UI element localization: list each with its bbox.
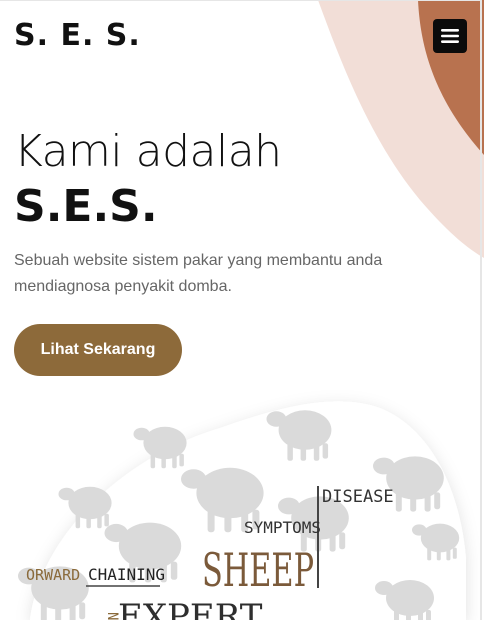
word-expert: EXPERT (118, 597, 263, 620)
word-vertical: N (104, 612, 120, 620)
word-chaining: CHAINING (88, 565, 165, 584)
hero-description: Sebuah website sistem pakar yang membant… (14, 252, 383, 295)
word-disease: DISEASE (322, 487, 394, 507)
hero-title-line2: S.E.S. (14, 181, 158, 232)
hamburger-menu-icon (441, 29, 459, 43)
menu-button[interactable] (433, 19, 467, 53)
cta-button[interactable]: Lihat Sekarang (14, 324, 182, 376)
hero-title-line1: Kami adalah (14, 126, 282, 177)
hero-illustration: DISEASE SYMPTOMS SHEEP ORWARD CHAINING E… (17, 401, 466, 620)
page: S. E. S. Kami adalah S.E.S. Sebuah websi… (0, 0, 484, 620)
word-forward: ORWARD (26, 566, 80, 584)
brand-logo[interactable]: S. E. S. (14, 18, 141, 53)
word-symptoms: SYMPTOMS (244, 518, 321, 537)
word-sheep: SHEEP (202, 543, 314, 597)
